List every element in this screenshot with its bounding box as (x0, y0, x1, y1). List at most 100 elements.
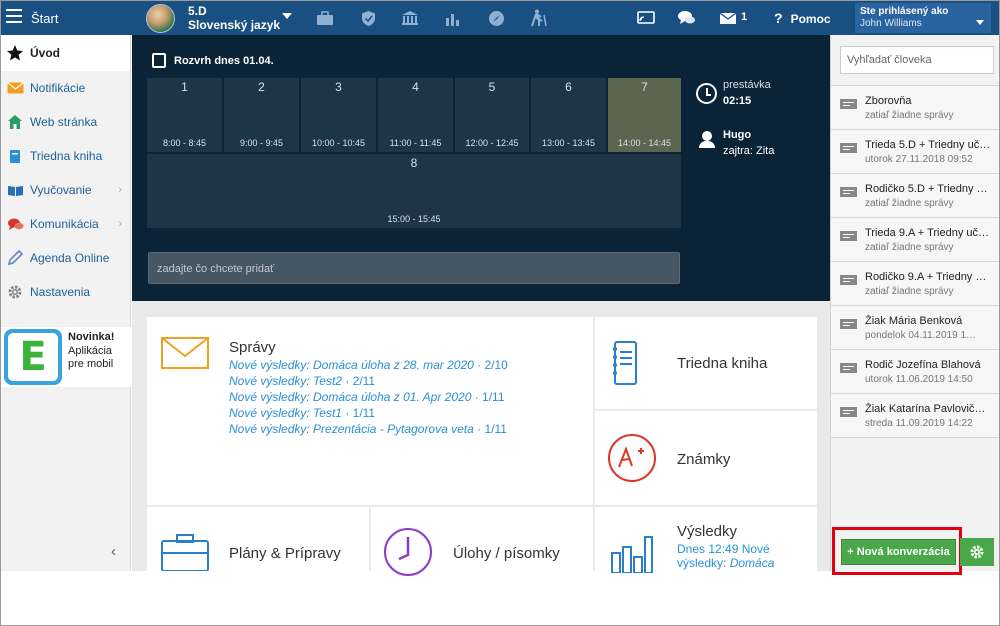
messages-list: Nové výsledky: Domáca úloha z 28. mar 20… (229, 357, 508, 437)
sidebar-item-web[interactable]: Web stránka (1, 105, 130, 139)
lesson-cell[interactable]: 1 8:00 - 8:45 (146, 77, 223, 153)
plans-card[interactable]: Plány & Prípravy (147, 507, 369, 571)
lesson-cell[interactable]: 2 9:00 - 9:45 (223, 77, 300, 153)
message-line[interactable]: Nové výsledky: Domáca úloha z 28. mar 20… (229, 357, 508, 373)
conversation-item[interactable]: Zborovňa zatiaľ žiadne správy (831, 86, 999, 130)
message-count: · 2/10 (477, 358, 508, 372)
grades-card[interactable]: Známky (595, 411, 817, 505)
sidebar-item-agenda[interactable]: Agenda Online (1, 241, 130, 275)
duty-tomorrow: zajtra: Zita (723, 145, 775, 157)
logged-as-label: Ste prihlásený ako (860, 6, 949, 17)
chat-bubbles-icon[interactable] (676, 9, 696, 27)
message-icon (840, 275, 857, 285)
conversation-item[interactable]: Žiak Katarína Pavlovič… streda 11.09.2019… (831, 394, 999, 438)
message-item: Test2 (313, 374, 342, 388)
lesson-cell[interactable]: 8 15:00 - 15:45 (146, 153, 682, 229)
sidebar-item-uvod[interactable]: Úvod (1, 35, 130, 71)
lesson-number: 8 (410, 156, 418, 170)
class-code: 5.D (188, 4, 207, 18)
conversation-item[interactable]: Rodič Jozefína Blahová utorok 11.06.2019 … (831, 350, 999, 394)
class-book-card[interactable]: Triedna kniha (595, 317, 817, 409)
envelope-icon[interactable] (718, 9, 738, 27)
schedule-panel: Rozvrh dnes 01.04. 1 8:00 - 8:45 2 9:00 - … (132, 35, 830, 301)
lesson-cell-current[interactable]: 7 14:00 - 14:45 (607, 77, 682, 153)
message-count: · 1/11 (474, 390, 505, 404)
collapse-sidebar-icon[interactable]: ‹ (111, 543, 116, 560)
results-title: Výsledky (677, 523, 738, 540)
briefcase-icon[interactable] (315, 9, 335, 27)
messages-count[interactable]: 1 (741, 11, 747, 23)
break-time: 02:15 (723, 95, 752, 107)
lesson-number: 2 (258, 80, 265, 94)
class-avatar[interactable] (146, 4, 175, 33)
message-line[interactable]: Nové výsledky: Test1 · 1/11 (229, 405, 508, 421)
message-prefix: Nové výsledky: (229, 390, 310, 404)
conversation-item[interactable]: Trieda 9.A + Triedny uč… zatiaľ žiadne sp… (831, 218, 999, 262)
person-search-input[interactable]: Vyhľadať človeka (840, 46, 994, 74)
shield-icon[interactable] (358, 9, 378, 27)
sidebar-item-triedna-kniha[interactable]: Triedna kniha (1, 139, 130, 173)
tasks-card[interactable]: Úlohy / písomky (371, 507, 593, 576)
message-line[interactable]: Nové výsledky: Test2 · 2/11 (229, 373, 508, 389)
message-item: Domáca úloha z 01. Apr 2020 (313, 390, 472, 404)
pen-icon (6, 249, 24, 267)
screen-share-icon[interactable] (636, 9, 656, 27)
results-preview: Dnes 12:49 Nové výsledky: Domáca (677, 542, 787, 570)
bar-chart-icon[interactable] (443, 9, 463, 27)
bar-chart-icon (611, 536, 653, 573)
compass-icon[interactable] (486, 9, 506, 27)
conversation-status: zatiaľ žiadne správy (865, 286, 954, 297)
message-prefix: Nové výsledky: (229, 358, 310, 372)
sidebar-item-komunikacia[interactable]: Komunikácia › (1, 207, 130, 241)
hamburger-menu-icon[interactable] (6, 9, 22, 23)
sidebar-item-label: Úvod (30, 46, 60, 60)
conversation-settings-button[interactable] (960, 538, 994, 566)
conversation-item[interactable]: Rodičko 9.A + Triedny … zatiaľ žiadne spr… (831, 262, 999, 306)
message-icon (840, 407, 857, 417)
sidebar-item-label: Nastavenia (30, 285, 91, 299)
briefcase-icon (161, 534, 209, 571)
conversation-name: Zborovňa (865, 95, 912, 107)
results-card[interactable]: Výsledky Dnes 12:49 Nové výsledky: Domác… (595, 507, 817, 573)
lesson-number: 1 (181, 80, 188, 94)
lesson-cell[interactable]: 6 13:00 - 13:45 (530, 77, 607, 153)
user-menu[interactable]: Ste prihlásený ako John Williams (855, 3, 991, 33)
conversation-item[interactable]: Trieda 5.D + Triedny uč… utorok 27.11.201… (831, 130, 999, 174)
dashboard: Správy Nové výsledky: Domáca úloha z 28.… (132, 301, 830, 576)
sidebar-item-vyucovanie[interactable]: Vyučovanie › (1, 173, 130, 207)
new-conversation-button[interactable]: + Nová konverzácia (841, 539, 956, 565)
message-line[interactable]: Nové výsledky: Prezentácia - Pytagorova … (229, 421, 508, 437)
lesson-cell[interactable]: 3 10:00 - 10:45 (300, 77, 377, 153)
message-icon (840, 187, 857, 197)
message-line[interactable]: Nové výsledky: Domáca úloha z 01. Apr 20… (229, 389, 508, 405)
conversation-name: Rodičko 5.D + Triedny … (865, 183, 988, 195)
conversation-list: Zborovňa zatiaľ žiadne správy Trieda 5.D … (831, 85, 999, 438)
sidebar-item-notifikacie[interactable]: Notifikácie (1, 71, 130, 105)
chevron-right-icon: › (118, 218, 122, 230)
messages-card[interactable]: Správy Nové výsledky: Domáca úloha z 28.… (147, 317, 593, 505)
schedule-title-text: Rozvrh dnes 01.04. (174, 54, 274, 67)
calendar-icon (152, 53, 166, 68)
chevron-down-icon[interactable] (282, 13, 292, 19)
edupage-logo: E (4, 329, 62, 385)
message-icon (840, 231, 857, 241)
lesson-cell[interactable]: 4 11:00 - 11:45 (377, 77, 454, 153)
conversation-item[interactable]: Žiak Mária Benková pondelok 04.11.2019 1… (831, 306, 999, 350)
sidebar-item-nastavenia[interactable]: Nastavenia (1, 275, 130, 309)
message-prefix: Nové výsledky: (229, 422, 310, 436)
lesson-cell[interactable]: 5 12:00 - 12:45 (454, 77, 530, 153)
sidebar-item-label: Notifikácie (30, 81, 86, 95)
mobile-app-promo[interactable]: E Novinka! Aplikácia pre mobil (1, 327, 131, 387)
envelope-icon (6, 79, 24, 97)
clock-icon (696, 83, 717, 104)
start-link[interactable]: Štart (31, 11, 58, 26)
walking-person-icon[interactable] (529, 9, 549, 27)
conversation-status: pondelok 04.11.2019 1… (865, 330, 977, 341)
school-building-icon[interactable] (400, 9, 420, 27)
sidebar: Úvod Notifikácie Web stránka Triedna kni… (1, 35, 131, 571)
add-item-input[interactable]: zadajte čo chcete pridať (148, 252, 680, 284)
class-selector[interactable]: 5.D Slovenský jazyk (188, 4, 280, 32)
message-count: · 2/11 (345, 374, 376, 388)
conversation-item[interactable]: Rodičko 5.D + Triedny … zatiaľ žiadne spr… (831, 174, 999, 218)
help-link[interactable]: ? Pomoc (774, 10, 831, 26)
